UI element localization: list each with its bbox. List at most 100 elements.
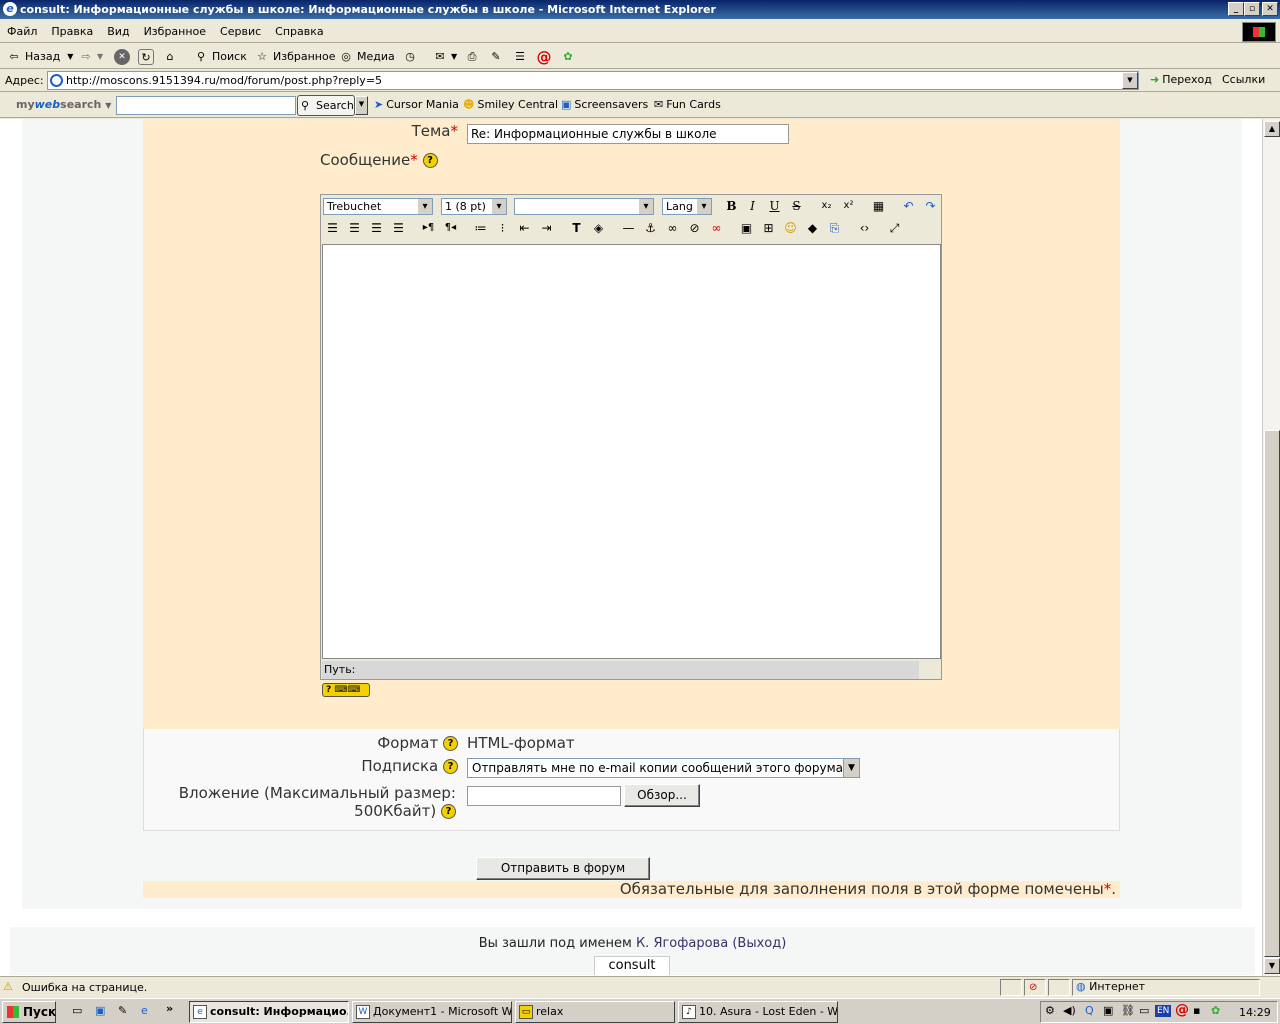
back-button[interactable]: ⇦ Назад ▼ — [6, 48, 73, 66]
icq-flower-icon[interactable]: ✿ — [560, 49, 576, 65]
favorites-button[interactable]: ☆ Избранное — [254, 48, 335, 66]
fullscreen-icon[interactable]: ⤢ — [885, 219, 904, 237]
task-winamp-asura[interactable]: ♪ 10. Asura - Lost Eden - W... — [678, 1001, 838, 1023]
insert-smiley-icon[interactable]: ☺ — [781, 219, 800, 237]
align-left-icon[interactable]: ☰ — [323, 219, 342, 237]
mywebsearch-search-button[interactable]: ⚲ Search — [297, 95, 355, 116]
redo-icon[interactable]: ↷ — [921, 197, 940, 215]
anchor-icon[interactable]: ⚓ — [641, 219, 660, 237]
paste-word-icon[interactable]: ▦ — [869, 197, 888, 215]
address-dropdown-icon[interactable]: ▼ — [1122, 72, 1138, 89]
discuss-icon[interactable]: ☰ — [512, 49, 528, 65]
screensavers-link[interactable]: ▣ Screensavers — [561, 98, 648, 111]
underline-icon[interactable]: U — [765, 197, 784, 215]
ltr-icon[interactable]: ▸¶ — [419, 219, 438, 237]
menu-tools[interactable]: Сервис — [213, 21, 268, 43]
menu-edit[interactable]: Правка — [44, 21, 100, 43]
format-help-icon[interactable]: ? — [443, 736, 458, 751]
go-button[interactable]: ➜ Переход — [1150, 73, 1212, 86]
quicklaunch-ie-icon[interactable]: e — [141, 1004, 148, 1017]
message-editor-area[interactable] — [322, 244, 941, 659]
rtl-icon[interactable]: ¶◂ — [441, 219, 460, 237]
subject-input[interactable]: Re: Информационные службы в школе — [467, 124, 789, 144]
font-family-select[interactable]: Trebuchet — [323, 198, 433, 215]
refresh-icon[interactable]: ↻ — [138, 49, 154, 65]
align-center-icon[interactable]: ☰ — [345, 219, 364, 237]
minimize-button[interactable]: _ — [1228, 2, 1244, 16]
tray-save-icon[interactable]: ▣ — [1103, 1004, 1113, 1017]
superscript-icon[interactable]: x² — [839, 197, 858, 215]
keyboard-help-icon[interactable]: ? ⌨⌨ — [322, 683, 370, 697]
forward-button[interactable]: ⇨ ▼ — [78, 48, 103, 66]
tray-at-icon[interactable]: @ — [1175, 1002, 1189, 1018]
indent-icon[interactable]: ⇥ — [537, 219, 556, 237]
insert-table-icon[interactable]: ⊞ — [759, 219, 778, 237]
scroll-up-icon[interactable]: ▲ — [1264, 121, 1280, 137]
background-color-icon[interactable]: ◈ — [589, 219, 608, 237]
font-size-select[interactable]: 1 (8 pt) — [441, 198, 507, 215]
paragraph-style-select[interactable] — [514, 198, 654, 215]
subscribe-select[interactable]: Отправлять мне по e-mail копии сообщений… — [467, 758, 860, 778]
html-source-icon[interactable]: ‹› — [855, 219, 874, 237]
mail-icon[interactable]: ✉ — [432, 49, 448, 65]
start-button[interactable]: Пуск — [2, 1001, 56, 1023]
browse-button[interactable]: Обзор... — [624, 784, 700, 807]
search-replace-icon[interactable]: ⎘ — [825, 219, 844, 237]
user-profile-link[interactable]: К. Ягофарова — [636, 936, 728, 951]
tray-network-icon[interactable]: ⚙ — [1045, 1004, 1055, 1017]
restore-button[interactable]: ▫ — [1244, 2, 1260, 16]
cursor-mania-link[interactable]: ➤ Cursor Mania — [374, 98, 459, 111]
tray-language[interactable]: EN — [1155, 1005, 1172, 1017]
search-dropdown-icon[interactable]: ▼ — [355, 96, 368, 115]
fun-cards-link[interactable]: ✉ Fun Cards — [654, 98, 721, 111]
nolink-icon[interactable]: ∞ — [707, 219, 726, 237]
submit-post-button[interactable]: Отправить в форум — [476, 857, 650, 880]
align-right-icon[interactable]: ☰ — [367, 219, 386, 237]
print-icon[interactable]: ⎙ — [464, 49, 480, 65]
mywebsearch-logo[interactable]: mywebsearch ▼ — [16, 98, 111, 111]
scroll-down-icon[interactable]: ▼ — [1264, 958, 1280, 974]
tray-folder-icon[interactable]: ▭ — [1139, 1004, 1149, 1017]
task-word-document[interactable]: W Документ1 - Microsoft W... — [352, 1001, 512, 1023]
back-dropdown-icon[interactable]: ▼ — [67, 48, 73, 66]
warning-icon[interactable]: ⚠ — [3, 980, 13, 993]
attachment-file-input[interactable] — [467, 786, 621, 806]
quicklaunch-save-icon[interactable]: ▣ — [95, 1004, 105, 1017]
italic-icon[interactable]: I — [743, 197, 762, 215]
edit-icon[interactable]: ✎ — [488, 49, 504, 65]
mail-dropdown-icon[interactable]: ▼ — [451, 48, 457, 66]
subscribe-help-icon[interactable]: ? — [443, 759, 458, 774]
quicklaunch-more-icon[interactable]: » — [166, 1002, 173, 1015]
tray-volume-icon[interactable]: ◀) — [1063, 1004, 1076, 1017]
subscript-icon[interactable]: x₂ — [817, 197, 836, 215]
tray-link-icon[interactable]: ⛓ — [1121, 1004, 1135, 1017]
mywebsearch-input[interactable] — [116, 96, 296, 115]
address-input[interactable]: http://moscons.9151394.ru/mod/forum/post… — [47, 71, 1139, 90]
quicklaunch-notes-icon[interactable]: ✎ — [118, 1004, 127, 1017]
undo-icon[interactable]: ↶ — [899, 197, 918, 215]
unordered-list-icon[interactable]: ⁝ — [493, 219, 512, 237]
vertical-scrollbar[interactable]: ▲ ▼ — [1262, 119, 1280, 976]
outdent-icon[interactable]: ⇤ — [515, 219, 534, 237]
forward-dropdown-icon[interactable]: ▼ — [97, 48, 103, 66]
media-button[interactable]: ◎ Медиа — [338, 48, 395, 66]
align-justify-icon[interactable]: ☰ — [389, 219, 408, 237]
menu-view[interactable]: Вид — [100, 21, 136, 43]
tray-q-icon[interactable]: Q — [1085, 1004, 1094, 1017]
menu-help[interactable]: Справка — [268, 21, 330, 43]
smiley-central-link[interactable]: ☻ Smiley Central — [463, 98, 558, 111]
bold-icon[interactable]: B — [722, 197, 741, 215]
ordered-list-icon[interactable]: ≔ — [471, 219, 490, 237]
message-help-icon[interactable]: ? — [422, 153, 438, 168]
language-select[interactable]: Lang — [662, 198, 712, 215]
scroll-thumb[interactable] — [1264, 430, 1280, 957]
menu-file[interactable]: Файл — [0, 21, 44, 43]
stop-icon[interactable]: ✕ — [114, 49, 130, 65]
insert-image-icon[interactable]: ▣ — [737, 219, 756, 237]
logout-link[interactable]: (Выход) — [732, 936, 786, 951]
home-link[interactable]: consult — [594, 956, 670, 975]
links-button[interactable]: Ссылки — [1222, 73, 1265, 86]
at-sign-icon[interactable]: @ — [536, 49, 552, 65]
strikethrough-icon[interactable]: S — [787, 197, 806, 215]
tray-window-icon[interactable]: ▪ — [1193, 1004, 1200, 1017]
